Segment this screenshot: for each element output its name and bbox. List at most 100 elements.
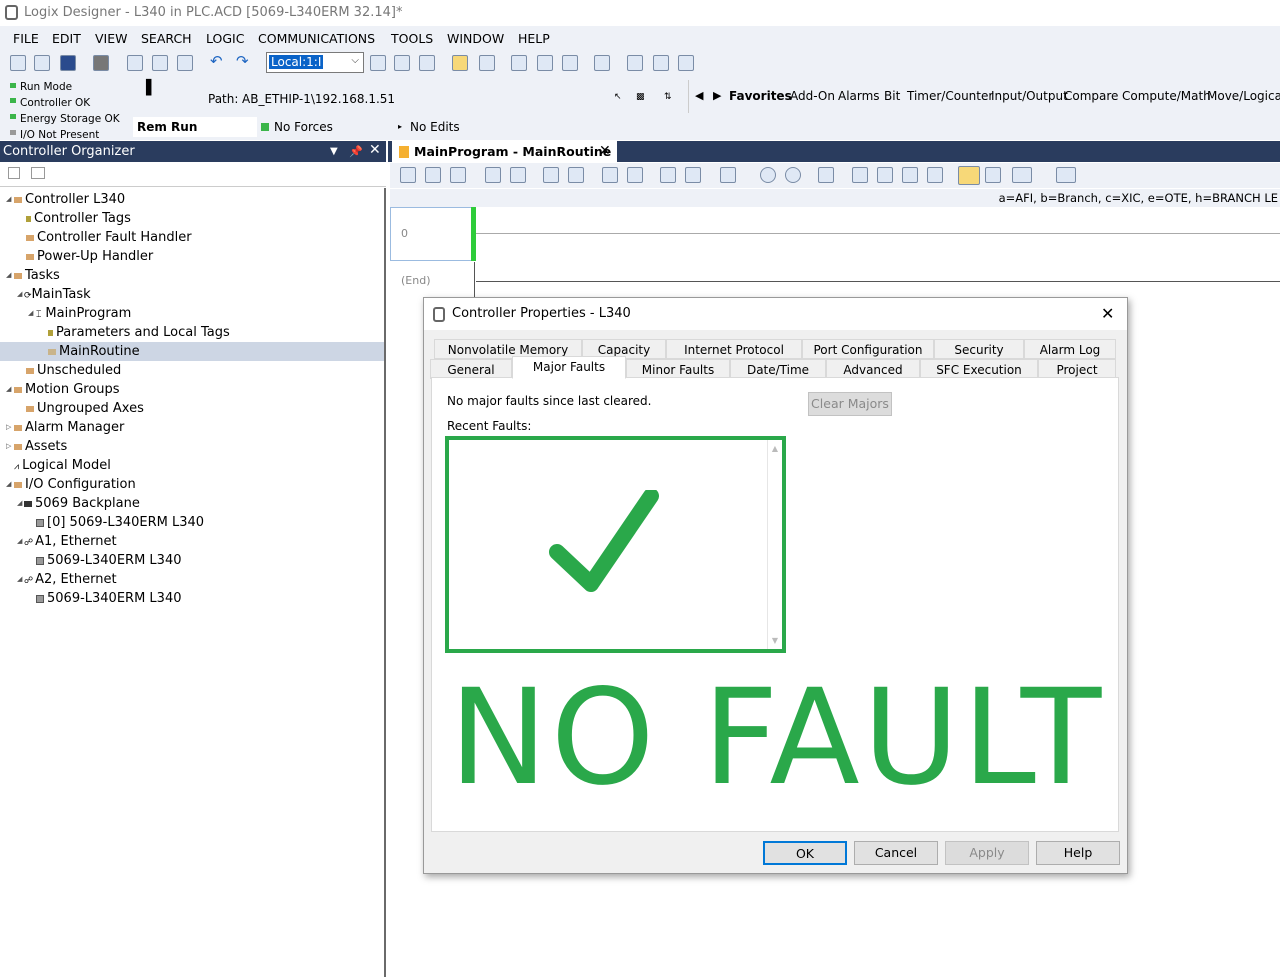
tab-compare[interactable]: Compare <box>1064 89 1118 103</box>
tab-date-time[interactable]: Date/Time <box>730 359 826 379</box>
scrollbar-track[interactable] <box>767 440 768 649</box>
tree-item-logical-model[interactable]: ⩘ Logical Model <box>14 456 111 475</box>
menu-help[interactable]: HELP <box>518 31 550 46</box>
tab-major-faults[interactable]: Major Faults <box>512 356 626 379</box>
rung-icon[interactable] <box>400 167 416 183</box>
tab-sfc-execution[interactable]: SFC Execution <box>920 359 1038 379</box>
tab-security[interactable]: Security <box>934 339 1024 359</box>
verify-all-icon[interactable] <box>537 55 553 71</box>
tree-item-backplane[interactable]: ◢ 5069 Backplane <box>17 494 140 513</box>
swap-icon[interactable] <box>985 167 1001 183</box>
new-icon[interactable] <box>10 55 26 71</box>
open-icon[interactable] <box>34 55 50 71</box>
tree-item-maintask[interactable]: ◢ ⟳MainTask <box>17 285 91 304</box>
scroll-left-icon[interactable]: ◀ <box>695 89 703 102</box>
pin-icon[interactable]: ⇅ <box>664 92 672 102</box>
menu-edit[interactable]: EDIT <box>52 31 81 46</box>
scroll-right-icon[interactable]: ▶ <box>713 89 721 102</box>
menu-window[interactable]: WINDOW <box>447 31 504 46</box>
redo-icon[interactable]: ↷ <box>236 52 252 70</box>
tab-alarms[interactable]: Alarms <box>838 89 880 103</box>
tree-item-unscheduled[interactable]: Unscheduled <box>26 361 121 380</box>
edits-arrow-icon[interactable]: ▸ <box>398 117 402 137</box>
tab-compute-math[interactable]: Compute/Math <box>1122 89 1211 103</box>
paste-icon[interactable] <box>177 55 193 71</box>
menu-view[interactable]: VIEW <box>95 31 128 46</box>
verify-routine-icon[interactable] <box>568 167 584 183</box>
ok-button[interactable]: OK <box>763 841 847 865</box>
path-combo[interactable]: Local:1:I ⌵ <box>266 52 364 73</box>
organizer-menu-icon[interactable]: ▼ <box>330 141 338 162</box>
tab-bit[interactable]: Bit <box>884 89 900 103</box>
accept-edits-icon[interactable] <box>602 167 618 183</box>
tree-item-a1-controller[interactable]: 5069-L340ERM L340 <box>36 551 181 570</box>
import-icon[interactable] <box>562 55 578 71</box>
grid-icon[interactable] <box>818 167 834 183</box>
recent-faults-list[interactable]: ▲ ▼ <box>445 436 786 653</box>
clear-bookmark-icon[interactable] <box>902 167 918 183</box>
zoom-out-icon[interactable] <box>785 167 801 183</box>
tab-move-logical[interactable]: Move/Logical <box>1207 89 1280 103</box>
assemble-icon[interactable] <box>720 167 736 183</box>
toggle-tree-icon[interactable] <box>452 55 468 71</box>
tree-item-powerup-handler[interactable]: Power-Up Handler <box>26 247 153 266</box>
tree-item-assets[interactable]: ▷ Assets <box>6 437 67 456</box>
xio-icon[interactable] <box>510 167 526 183</box>
tab-mainroutine[interactable]: MainProgram - MainRoutine ✕ <box>392 141 617 162</box>
menu-communications[interactable]: COMMUNICATIONS <box>258 31 375 46</box>
tree-item-motion-groups[interactable]: ◢ Motion Groups <box>6 380 120 399</box>
tree-item-a2-ethernet[interactable]: ◢ ☍ A2, Ethernet <box>17 570 117 589</box>
tab-port-configuration[interactable]: Port Configuration <box>802 339 934 359</box>
tree-item-alarm-manager[interactable]: ▷ Alarm Manager <box>6 418 124 437</box>
go-online-icon[interactable] <box>370 55 386 71</box>
tab-add-on[interactable]: Add-On <box>790 89 835 103</box>
security-icon[interactable] <box>594 55 610 71</box>
lock-icon[interactable] <box>653 55 669 71</box>
download-icon[interactable] <box>394 55 410 71</box>
tree-item-a2-controller[interactable]: 5069-L340ERM L340 <box>36 589 181 608</box>
tab-general[interactable]: General <box>430 359 512 379</box>
tab-favorites[interactable]: Favorites <box>729 89 792 103</box>
untest-edits-icon[interactable] <box>685 167 701 183</box>
tab-timer-counter[interactable]: Timer/Counter <box>907 89 993 103</box>
tab-project[interactable]: Project <box>1038 359 1116 379</box>
cancel-edits-icon[interactable] <box>627 167 643 183</box>
zoom-in-icon[interactable] <box>760 167 776 183</box>
tree-item-tasks[interactable]: ◢ Tasks <box>6 266 60 285</box>
menu-file[interactable]: FILE <box>13 31 39 46</box>
next-bookmark-icon[interactable] <box>877 167 893 183</box>
apply-button[interactable]: Apply <box>945 841 1029 865</box>
tree-item-mainprogram[interactable]: ◢ ⌶ MainProgram <box>28 304 131 323</box>
close-icon[interactable]: ✕ <box>1101 298 1114 330</box>
scroll-down-icon[interactable]: ▼ <box>772 636 778 645</box>
close-icon[interactable]: ✕ <box>599 141 611 162</box>
tree-item-controller-tags[interactable]: Controller Tags <box>26 209 131 228</box>
tab-advanced[interactable]: Advanced <box>826 359 920 379</box>
test-edits-icon[interactable] <box>660 167 676 183</box>
print-icon[interactable] <box>93 55 109 71</box>
collapse-all-icon[interactable] <box>8 167 20 179</box>
tree-item-a1-ethernet[interactable]: ◢ ☍ A1, Ethernet <box>17 532 117 551</box>
tree-item-io-configuration[interactable]: ◢ I/O Configuration <box>6 475 136 494</box>
copy-icon[interactable] <box>152 55 168 71</box>
view-icon[interactable] <box>31 167 45 179</box>
bookmark-icon[interactable] <box>852 167 868 183</box>
settings-icon[interactable] <box>678 55 694 71</box>
tag-description-icon[interactable] <box>958 166 980 185</box>
pin-icon[interactable]: 📌 <box>349 141 363 162</box>
menu-search[interactable]: SEARCH <box>141 31 192 46</box>
tree-item-fault-handler[interactable]: Controller Fault Handler <box>26 228 192 247</box>
chevron-down-icon[interactable]: ⌵ <box>351 55 359 66</box>
tab-alarm-log[interactable]: Alarm Log <box>1024 339 1116 359</box>
menu-tools[interactable]: TOOLS <box>391 31 433 46</box>
xic-icon[interactable] <box>485 167 501 183</box>
cut-icon[interactable] <box>127 55 143 71</box>
verify-rung-icon[interactable] <box>543 167 559 183</box>
verify-icon[interactable] <box>511 55 527 71</box>
help-button[interactable]: Help <box>1036 841 1120 865</box>
undo-icon[interactable]: ↶ <box>210 52 226 70</box>
text-format-icon[interactable] <box>1012 167 1032 183</box>
tree-item-ungrouped-axes[interactable]: Ungrouped Axes <box>26 399 144 418</box>
branch-icon[interactable] <box>425 167 441 183</box>
tab-internet-protocol[interactable]: Internet Protocol <box>666 339 802 359</box>
